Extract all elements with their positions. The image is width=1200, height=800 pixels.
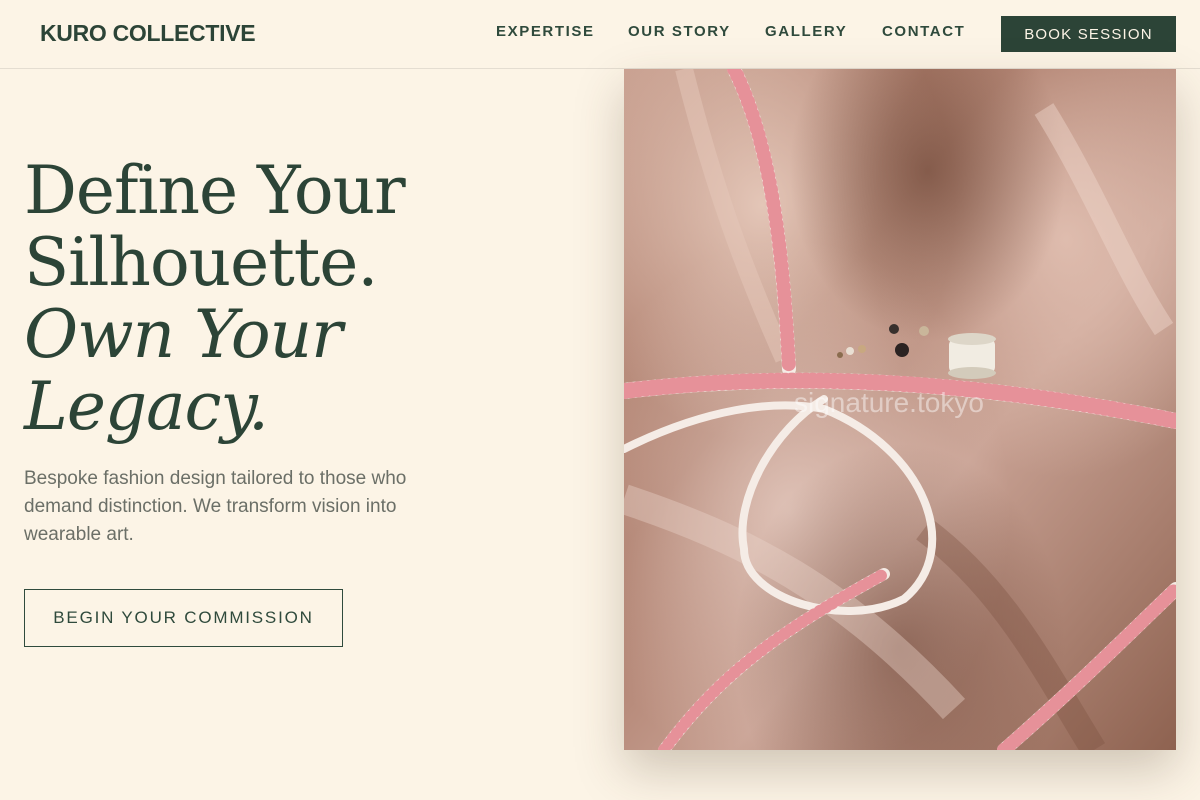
nav-link-gallery[interactable]: GALLERY: [765, 23, 847, 41]
hero-title: Define Your Silhouette. Own Your Legacy.: [24, 155, 584, 443]
site-header: KURO COLLECTIVE EXPERTISE OUR STORY GALL…: [0, 0, 1200, 69]
hero-title-line-4: Legacy.: [24, 368, 269, 445]
book-session-button[interactable]: BOOK SESSION: [1001, 16, 1176, 52]
hero-subtitle: Bespoke fashion design tailored to those…: [24, 468, 407, 545]
hero-title-line-1: Define Your: [24, 152, 406, 229]
begin-commission-button[interactable]: BEGIN YOUR COMMISSION: [24, 589, 343, 647]
nav-link-our-story[interactable]: OUR STORY: [628, 23, 731, 41]
hero-title-line-2: Silhouette.: [24, 224, 378, 301]
page: KURO COLLECTIVE EXPERTISE OUR STORY GALL…: [0, 0, 1200, 800]
nav-link-contact[interactable]: CONTACT: [882, 23, 965, 41]
hero-image: signature.tokyo: [624, 69, 1176, 750]
image-watermark: signature.tokyo: [794, 387, 984, 418]
brand-logo[interactable]: KURO COLLECTIVE: [40, 19, 256, 47]
hero-title-line-3: Own Your: [24, 296, 343, 373]
nav-link-expertise[interactable]: EXPERTISE: [496, 23, 595, 41]
